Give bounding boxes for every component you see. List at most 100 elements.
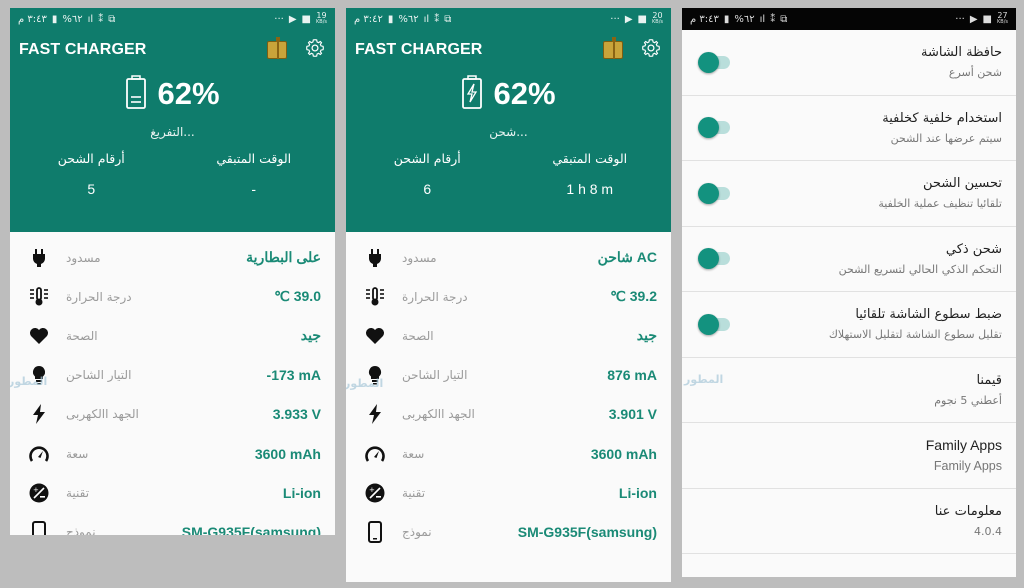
settings-item[interactable]: ضبط سطوع الشاشة تلقائيا تقليل سطوع الشاش…: [682, 292, 1016, 358]
bolt-icon: [364, 404, 386, 425]
info-row: مسدود على البطارية: [10, 238, 335, 277]
video-icon: ■: [982, 13, 992, 25]
info-row: درجة الحرارة ℃ 39.2: [346, 277, 671, 316]
app-bar: FAST CHARGER: [346, 30, 671, 70]
bolt-icon: [28, 404, 50, 425]
settings-gear-icon[interactable]: [305, 38, 325, 62]
settings-item-title: تحسين الشحن: [922, 176, 1002, 192]
info-value: Li-ion: [618, 484, 657, 501]
phone-screen-charging: ٣:٤٢ م ▮ %٦٢ ıl ⁑ ⧉ ··· ▶ ■ 20 KB/s FAST …: [346, 8, 671, 582]
stat-value: 5: [87, 181, 96, 197]
info-value: SM-G935F(samsung): [517, 523, 657, 540]
info-row: التيار الشاحن -173 mA: [10, 356, 335, 395]
settings-list: حافظة الشاشة شحن أسرع استخدام خلفية كخلف…: [682, 30, 1016, 554]
toggle-switch[interactable]: [698, 117, 730, 139]
battery-status-icon: ▮: [387, 13, 394, 25]
battery-header: ٣:٤٣ م ▮ %٦٢ ıl ⁑ ⧉ ··· ▶ ■ 19 KB/s FAST …: [10, 8, 335, 232]
info-label: درجة الحرارة: [402, 289, 468, 304]
settings-item-subtitle: تلقائيا تنظيف عملية الخلفية: [878, 197, 1002, 211]
battery-discharging-icon: [125, 75, 147, 113]
toggle-switch[interactable]: [698, 313, 730, 335]
plug-icon: [28, 248, 50, 267]
info-value: شاحن AC: [597, 249, 657, 266]
settings-item[interactable]: معلومات عنا 4.0.4: [682, 489, 1016, 554]
toggle-switch[interactable]: [698, 51, 730, 73]
settings-item-subtitle: Family Apps: [933, 459, 1002, 474]
info-value: ℃ 39.0: [274, 288, 321, 305]
watermark: المطور: [10, 375, 48, 388]
settings-item-subtitle: شحن أسرع: [948, 66, 1002, 80]
data-icon: ⁑: [770, 13, 776, 25]
thermometer-icon: [364, 286, 386, 307]
settings-item-subtitle: أعطني 5 نجوم: [934, 393, 1002, 407]
info-label: الصحة: [402, 328, 434, 343]
info-value: 876 mA: [607, 367, 657, 384]
stat-label: الوقت المتبقي: [552, 151, 628, 166]
status-bar: ٣:٤٣ م ▮ %٦٢ ıl ⁑ ⧉ ··· ▶ ■ 19 KB/s: [10, 8, 335, 30]
battery-info-list: مسدود شاحن AC درجة الحرارة ℃ 39.2 الصحة …: [346, 232, 671, 552]
clock: ٣:٤٢ م: [354, 13, 383, 25]
settings-item-title: قيمنا: [976, 372, 1002, 388]
settings-gear-icon[interactable]: [641, 38, 661, 62]
youtube-icon: ▶: [969, 13, 978, 25]
info-row: التيار الشاحن 876 mA: [346, 356, 671, 395]
settings-item[interactable]: تحسين الشحن تلقائيا تنظيف عملية الخلفية: [682, 161, 1016, 227]
battery-status-icon: ▮: [51, 13, 58, 25]
stat-value: 1 h 8 m: [566, 181, 614, 197]
cast-icon: ⧉: [108, 13, 116, 25]
app-bar: FAST CHARGER: [10, 30, 335, 70]
info-row: + تقنية Li-ion: [346, 473, 671, 512]
stat-label: أرقام الشحن: [393, 151, 461, 166]
plug-icon: [364, 248, 386, 267]
battery-info-list: مسدود على البطارية درجة الحرارة ℃ 39.0 ا…: [10, 232, 335, 535]
settings-item[interactable]: حافظة الشاشة شحن أسرع: [682, 30, 1016, 96]
settings-item[interactable]: شحن ذكي التحكم الذكي الحالي لتسريع الشحن: [682, 227, 1016, 292]
info-row: الصحة جيد: [10, 316, 335, 355]
network-speed: 19 KB/s: [316, 11, 327, 26]
info-row: نموذج SM-G935F(samsung): [10, 512, 335, 535]
heart-icon: [364, 327, 386, 345]
gauge-icon: [364, 445, 386, 463]
battery-percent-status: %٦٢: [62, 13, 83, 25]
battery-header: ٣:٤٢ م ▮ %٦٢ ıl ⁑ ⧉ ··· ▶ ■ 20 KB/s FAST …: [346, 8, 671, 232]
stat-time-remaining: الوقت المتبقي 1 h 8 m: [509, 151, 672, 197]
phone-screen-settings: ٣:٤٣ م ▮ %٦٢ ıl ⁑ ⧉ ··· ▶ ■ 27 KB/s حافظة…: [682, 8, 1016, 577]
gift-icon[interactable]: [267, 37, 287, 59]
toggle-knob: [698, 182, 719, 204]
settings-item-title: ضبط سطوع الشاشة تلقائيا: [855, 307, 1002, 323]
info-row: + تقنية Li-ion: [10, 473, 335, 512]
network-speed: 27 KB/s: [997, 11, 1008, 26]
info-label: سعة: [66, 446, 89, 461]
settings-item[interactable]: استخدام خلفية كخلفية سيتم عرضها عند الشح…: [682, 96, 1016, 161]
battery-tech-icon: +: [28, 483, 50, 503]
more-notifications-icon: ···: [274, 13, 284, 25]
network-speed: 20 KB/s: [652, 11, 663, 26]
battery-charging-icon: [461, 75, 483, 113]
toggle-switch[interactable]: [698, 248, 730, 270]
info-label: مسدود: [402, 250, 437, 265]
settings-item[interactable]: Family Apps Family Apps: [682, 423, 1016, 489]
battery-status-icon: ▮: [723, 13, 730, 25]
phone-icon: [364, 520, 386, 543]
info-value: -173 mA: [266, 367, 321, 384]
info-label: سعة: [402, 446, 425, 461]
info-value: ℃ 39.2: [610, 288, 657, 305]
stat-label: الوقت المتبقي: [216, 151, 292, 166]
info-label: الجهد االكهربى: [402, 407, 475, 422]
info-row: سعة 3600 mAh: [346, 434, 671, 473]
info-label: مسدود: [66, 250, 101, 265]
data-icon: ⁑: [98, 13, 104, 25]
info-value: على البطارية: [246, 249, 321, 266]
svg-text:+: +: [33, 486, 39, 494]
settings-item-title: استخدام خلفية كخلفية: [882, 110, 1002, 126]
more-notifications-icon: ···: [610, 13, 620, 25]
settings-item[interactable]: قيمنا أعطني 5 نجوم: [682, 358, 1016, 423]
toggle-knob: [698, 117, 719, 139]
info-value: 3600 mAh: [254, 445, 321, 462]
thermometer-icon: [28, 286, 50, 307]
gift-icon[interactable]: [603, 37, 623, 59]
video-icon: ■: [301, 13, 311, 25]
info-row: الجهد االكهربى 3.901 V: [346, 395, 671, 434]
signal-icon: ıl: [87, 13, 94, 25]
toggle-switch[interactable]: [698, 182, 730, 204]
